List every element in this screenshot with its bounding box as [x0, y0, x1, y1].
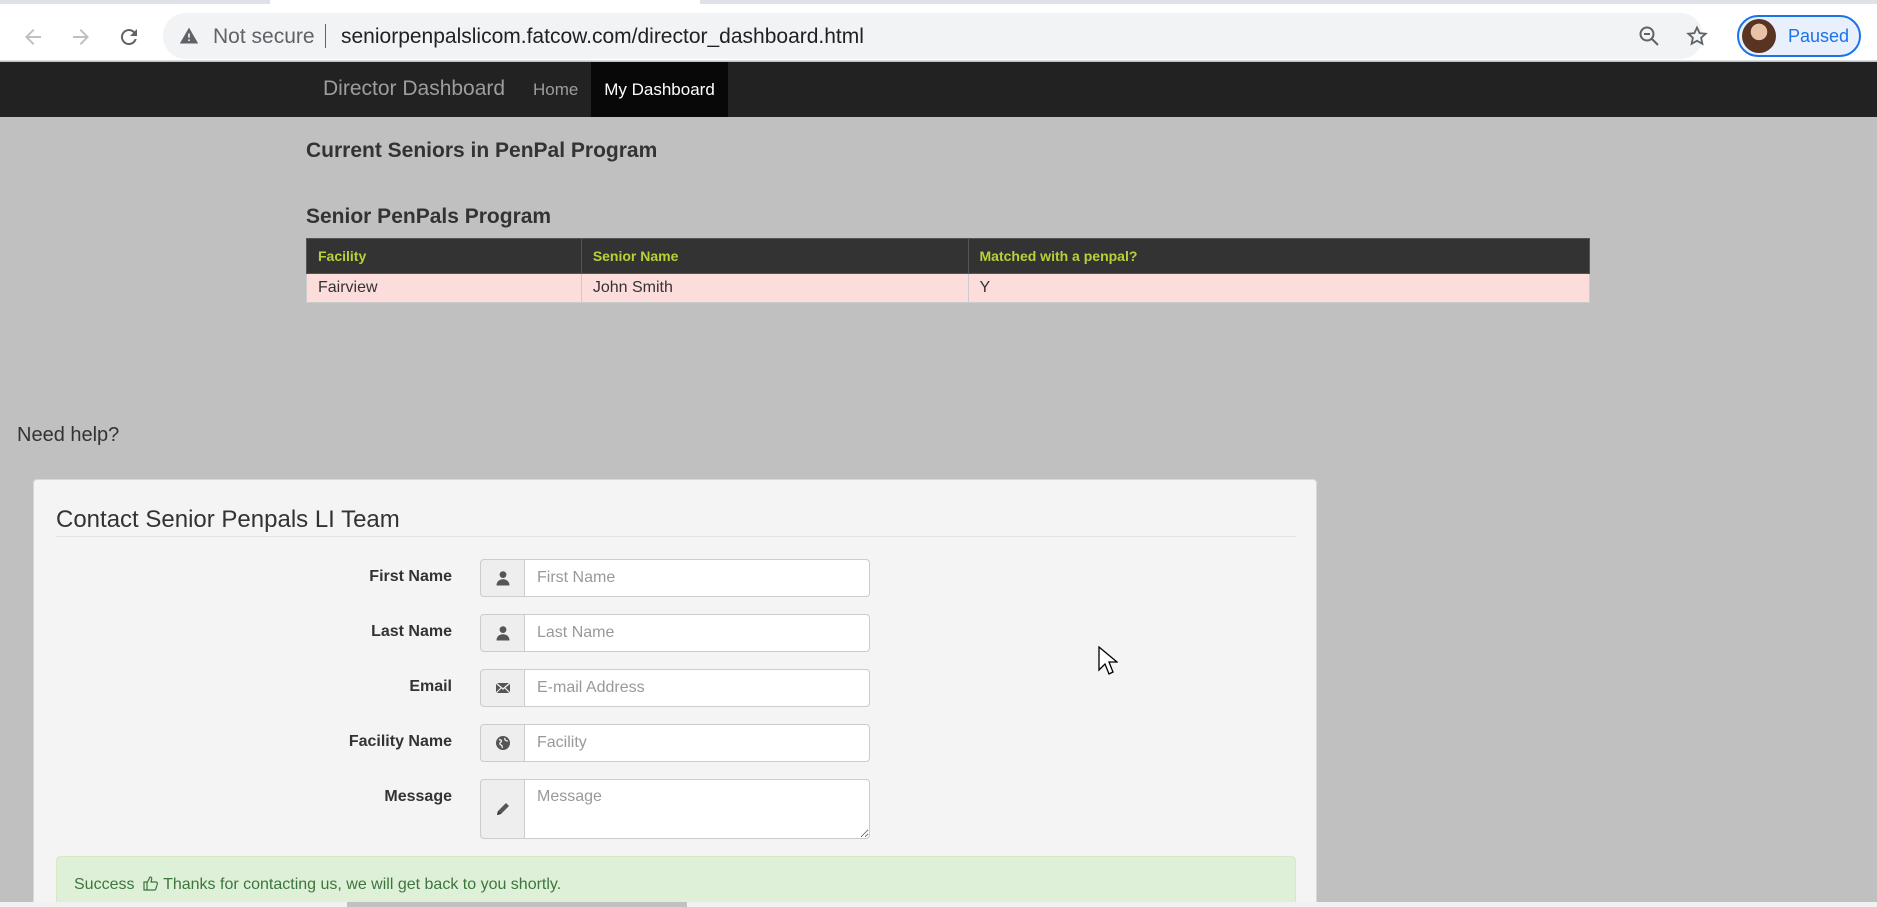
- envelope-icon: [480, 669, 525, 707]
- message-label: Message: [384, 788, 452, 805]
- alert-message: Thanks for contacting us, we will get ba…: [158, 876, 562, 893]
- cell-matched: Y: [967, 273, 1590, 303]
- security-label[interactable]: Not secure: [213, 25, 315, 49]
- nav-link-home[interactable]: Home: [517, 62, 594, 117]
- avatar: [1742, 19, 1776, 53]
- url-text[interactable]: seniorpenpalslicom.fatcow.com/director_d…: [341, 25, 864, 49]
- site-navbar: Director Dashboard Home My Dashboard: [0, 62, 1877, 117]
- facility-input[interactable]: [524, 724, 870, 762]
- arrow-right-icon: [73, 29, 89, 45]
- pencil-icon: [480, 779, 525, 839]
- bookmark-star-icon[interactable]: [1685, 24, 1709, 48]
- address-bar[interactable]: Not secure seniorpenpalslicom.fatcow.com…: [163, 13, 1708, 59]
- first-name-input[interactable]: [524, 559, 870, 597]
- last-name-input[interactable]: [524, 614, 870, 652]
- reload-button[interactable]: [110, 18, 148, 56]
- back-button[interactable]: [14, 18, 52, 56]
- nav-link-my-dashboard[interactable]: My Dashboard: [591, 62, 728, 117]
- zoom-out-icon[interactable]: [1637, 24, 1661, 48]
- forward-button[interactable]: [62, 18, 100, 56]
- column-header-matched: Matched with a penpal?: [967, 238, 1590, 274]
- warning-icon: [179, 27, 199, 44]
- browser-toolbar: Not secure seniorpenpalslicom.fatcow.com…: [0, 4, 1877, 61]
- column-header-facility: Facility: [306, 238, 582, 274]
- table-header-row: Facility Senior Name Matched with a penp…: [306, 238, 1590, 274]
- scrollbar-thumb[interactable]: [347, 902, 687, 907]
- thumbs-up-icon: [143, 875, 159, 891]
- success-alert: Success Thanks for contacting us, we wil…: [56, 856, 1296, 907]
- page-title: Current Seniors in PenPal Program: [306, 139, 658, 162]
- navbar-brand[interactable]: Director Dashboard: [323, 77, 505, 101]
- profile-button[interactable]: Paused: [1737, 15, 1861, 57]
- contact-title: Contact Senior Penpals LI Team: [56, 506, 400, 533]
- need-help-text: Need help?: [17, 424, 120, 446]
- omnibox-separator: [325, 24, 326, 48]
- cell-senior-name: John Smith: [580, 273, 969, 303]
- horizontal-scrollbar[interactable]: [0, 902, 1877, 907]
- title-divider: [56, 536, 1296, 537]
- column-header-senior-name: Senior Name: [580, 238, 969, 274]
- message-input[interactable]: [524, 779, 870, 839]
- mouse-cursor-icon: [1098, 646, 1118, 675]
- reload-icon: [120, 29, 137, 46]
- cell-facility: Fairview: [306, 273, 582, 303]
- arrow-left-icon: [25, 29, 41, 45]
- facility-label: Facility Name: [348, 733, 452, 750]
- contact-panel: Contact Senior Penpals LI Team First Nam…: [33, 479, 1317, 907]
- seniors-table: Facility Senior Name Matched with a penp…: [306, 238, 1590, 303]
- email-label: Email: [409, 678, 452, 695]
- email-input[interactable]: [524, 669, 870, 707]
- last-name-label: Last Name: [371, 623, 452, 640]
- user-icon: [480, 614, 525, 652]
- profile-status: Paused: [1788, 25, 1850, 46]
- globe-icon: [480, 724, 525, 762]
- first-name-label: First Name: [369, 568, 452, 585]
- user-icon: [480, 559, 525, 597]
- alert-strong: Success: [74, 876, 135, 893]
- table-title: Senior PenPals Program: [306, 205, 552, 228]
- table-row: Fairview John Smith Y: [306, 273, 1590, 303]
